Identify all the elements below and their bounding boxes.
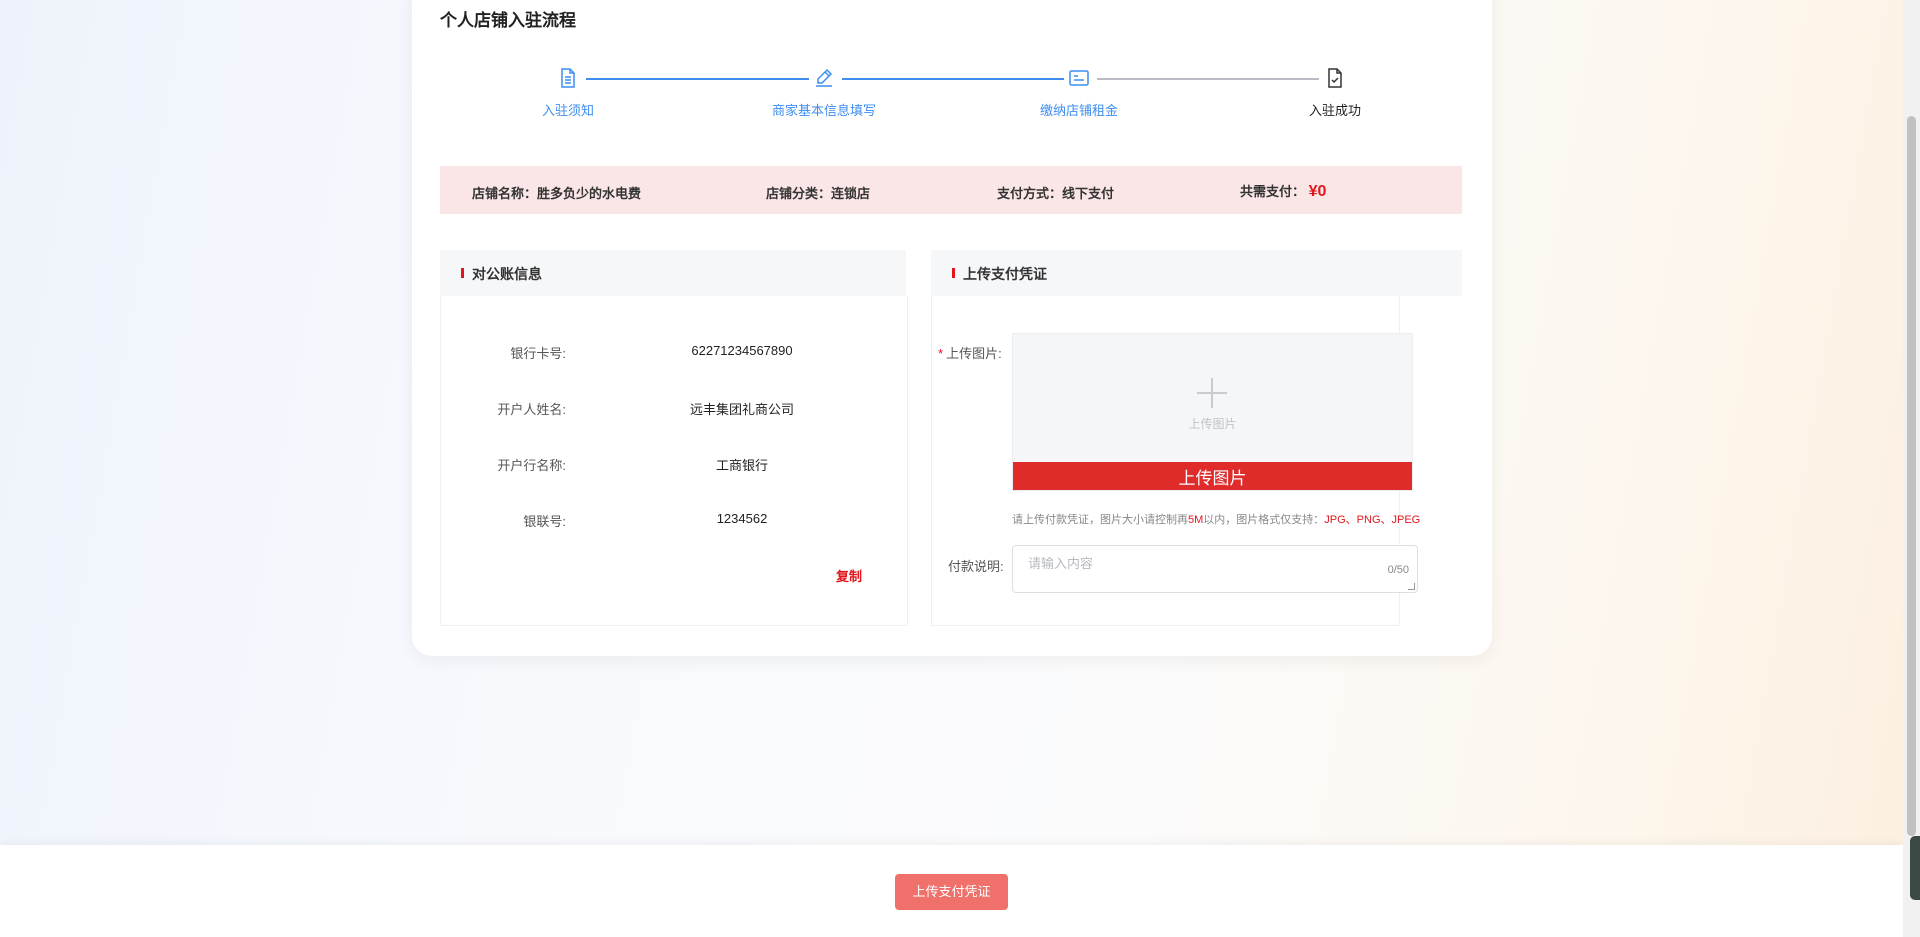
step-notice: 入驻须知 — [488, 60, 648, 119]
order-summary: 店铺名称：胜多负少的水电费 店铺分类：连锁店 支付方式：线下支付 共需支付： ¥… — [440, 166, 1462, 214]
upload-image-label: * 上传图片: — [938, 343, 1002, 362]
vertical-scrollbar[interactable] — [1903, 0, 1920, 937]
account-panel-title: 对公账信息 — [472, 266, 542, 282]
account-holder-value: 远丰集团礼商公司 — [689, 402, 794, 417]
total-amount: ¥0 — [1308, 183, 1327, 200]
document-check-icon — [1328, 68, 1342, 88]
payment-desc-placeholder: 请输入内容 — [1028, 556, 1094, 571]
side-widget[interactable] — [1910, 836, 1920, 900]
payment-method: 支付方式：线下支付 — [997, 186, 1115, 201]
upload-note-middle: 以内，图片格式仅支持： — [1203, 514, 1325, 526]
step-label: 入驻须知 — [541, 103, 594, 118]
image-upload-area[interactable]: 上传图片 上传图片 — [1012, 333, 1413, 491]
bank-name-label: 开户行名称: — [497, 458, 566, 473]
submit-payment-proof-button[interactable]: 上传支付凭证 — [895, 874, 1008, 910]
resize-handle[interactable] — [1408, 583, 1415, 590]
upload-hint: 上传图片 — [1188, 417, 1237, 431]
union-pay-value: 1234562 — [716, 511, 768, 526]
pencil-icon — [816, 68, 833, 87]
step-basic-info: 商家基本信息填写 — [744, 60, 904, 119]
account-panel-header: 对公账信息 — [440, 250, 906, 296]
page-title: 个人店铺入驻流程 — [440, 11, 576, 30]
bank-name-value: 工商银行 — [715, 458, 768, 473]
scrollbar-thumb[interactable] — [1907, 116, 1916, 836]
upload-panel-title: 上传支付凭证 — [963, 266, 1047, 282]
upload-image-button[interactable]: 上传图片 — [1013, 462, 1412, 490]
payment-desc-label: 付款说明: — [948, 559, 1004, 574]
card-icon — [1069, 70, 1089, 86]
total-label: 共需支付： — [1240, 184, 1306, 199]
required-mark: * — [938, 346, 944, 361]
upload-note: 请上传付款凭证，图片大小请控制再5M以内，图片格式仅支持：JPG、PNG、JPE… — [1012, 511, 1420, 527]
upload-note-size: 5M — [1188, 514, 1204, 526]
step-label: 入驻成功 — [1308, 103, 1361, 118]
copy-button[interactable]: 复制 — [836, 566, 862, 585]
upload-image-label-text: 上传图片: — [946, 346, 1002, 361]
bank-card-label: 银行卡号: — [510, 346, 566, 361]
union-pay-label: 银联号: — [523, 514, 566, 529]
section-marker — [461, 268, 464, 278]
section-marker — [952, 268, 955, 278]
step-rent: 缴纳店铺租金 — [999, 60, 1159, 119]
footer-bar: 上传支付凭证 — [0, 845, 1903, 937]
payment-desc-textarea[interactable]: 请输入内容 0/50 — [1012, 545, 1418, 593]
step-success: 入驻成功 — [1255, 60, 1415, 119]
plus-icon — [1197, 378, 1227, 408]
total-payment: 共需支付： ¥0 — [1240, 181, 1326, 201]
progress-steps: 入驻须知 商家基本信息填写 缴纳店铺租金 入驻成功 — [440, 60, 1462, 120]
upload-note-prefix: 请上传付款凭证，图片大小请控制再 — [1012, 514, 1188, 526]
step-label: 商家基本信息填写 — [771, 103, 876, 118]
shop-category: 店铺分类：连锁店 — [766, 186, 871, 201]
upload-panel-header: 上传支付凭证 — [931, 250, 1462, 296]
step-label: 缴纳店铺租金 — [1039, 103, 1118, 118]
document-icon — [561, 68, 575, 88]
upload-note-formats: JPG、PNG、JPEG — [1324, 514, 1421, 526]
char-counter: 0/50 — [1387, 564, 1409, 576]
bank-card-value: 62271234567890 — [691, 343, 793, 358]
account-holder-label: 开户人姓名: — [497, 402, 566, 417]
shop-name: 店铺名称：胜多负少的水电费 — [472, 186, 642, 201]
